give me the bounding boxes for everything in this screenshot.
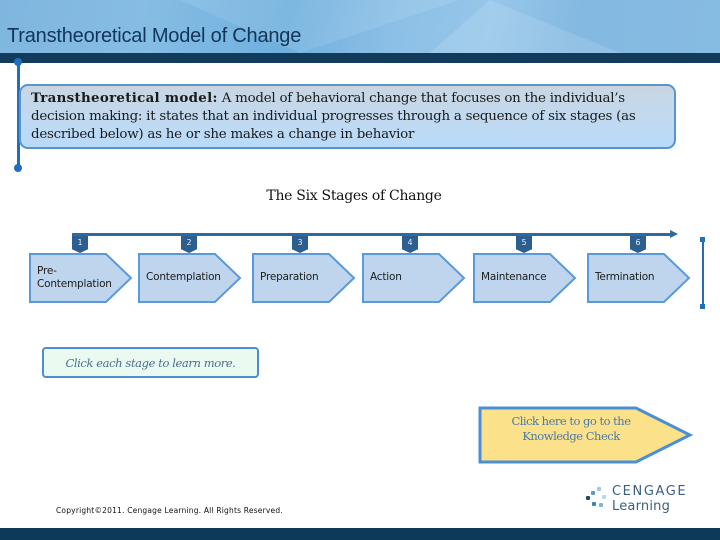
definition-box: Transtheoretical model: A model of behav…: [19, 84, 676, 149]
logo-mark-icon: [592, 502, 596, 506]
hint-box: Click each stage to learn more.: [42, 347, 259, 378]
knowledge-check-button[interactable]: Click here to go to the Knowledge Check: [478, 406, 693, 464]
stage-4-button[interactable]: Action: [362, 253, 466, 303]
definition-term: Transtheoretical model:: [31, 90, 218, 106]
stages-title: The Six Stages of Change: [266, 188, 442, 204]
timeline-arrowhead-icon: [670, 230, 678, 238]
stage-1-button[interactable]: Pre- Contemplation: [29, 253, 133, 303]
stage-number-badge: 4: [402, 236, 418, 253]
cengage-logo: CENGAGE Learning: [584, 484, 694, 516]
right-accent-line: [702, 239, 704, 307]
stage-5-button[interactable]: Maintenance: [473, 253, 577, 303]
accent-square: [700, 237, 705, 242]
logo-mark-icon: [591, 491, 595, 495]
stage-number-badge: 3: [292, 236, 308, 253]
stage-number-badge: 2: [181, 236, 197, 253]
definition-text: Transtheoretical model: A model of behav…: [31, 89, 671, 145]
stage-6-button[interactable]: Termination: [587, 253, 691, 303]
timeline-line: [72, 233, 672, 236]
stage-2-button[interactable]: Contemplation: [138, 253, 242, 303]
logo-mark-icon: [599, 503, 603, 507]
banner-decoration: [430, 0, 620, 53]
logo-mark-icon: [597, 487, 601, 491]
logo-mark-icon: [602, 495, 606, 499]
stage-label: Termination: [595, 271, 655, 283]
stage-label: Pre- Contemplation: [37, 264, 112, 290]
stage-3-button[interactable]: Preparation: [252, 253, 356, 303]
stage-label: Preparation: [260, 271, 319, 283]
stage-number-badge: 5: [516, 236, 532, 253]
accent-square: [700, 304, 705, 309]
stage-number-badge: 1: [72, 236, 88, 253]
accent-dot: [14, 164, 22, 172]
stage-label: Maintenance: [481, 271, 547, 283]
logo-mark-icon: [586, 496, 590, 500]
logo-wordmark: CENGAGE: [612, 484, 688, 499]
knowledge-check-label: Click here to go to the Knowledge Check: [511, 414, 631, 443]
page-title: Transtheoretical Model of Change: [7, 25, 302, 47]
stage-label: Action: [370, 271, 402, 283]
logo-subtitle: Learning: [612, 499, 671, 514]
stage-number-badge: 6: [630, 236, 646, 253]
header-divider-bar: [0, 53, 720, 63]
footer-bar: [0, 528, 720, 540]
copyright-text: Copyright©2011. Cengage Learning. All Ri…: [56, 506, 283, 515]
stage-label: Contemplation: [146, 271, 221, 283]
accent-dot: [14, 58, 22, 66]
header-banner: Transtheoretical Model of Change: [0, 0, 720, 53]
hint-text: Click each stage to learn more.: [65, 355, 236, 370]
